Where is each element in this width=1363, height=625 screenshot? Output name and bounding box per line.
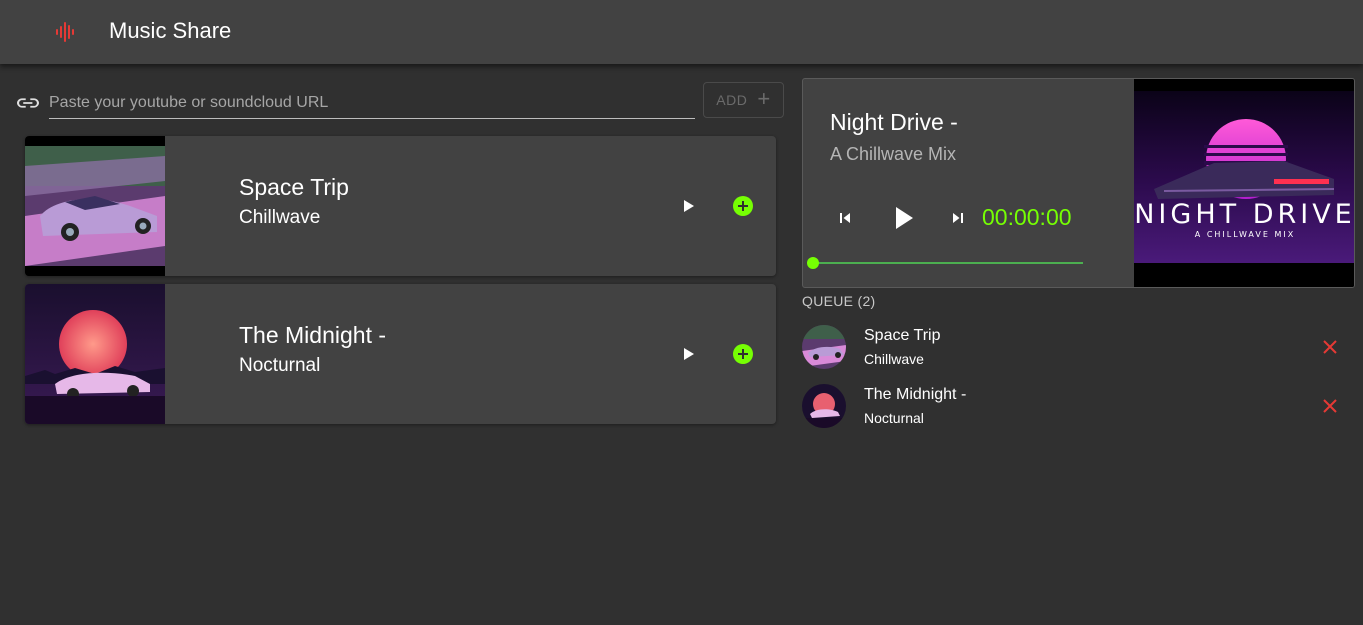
song-card: The Midnight - Nocturnal bbox=[25, 284, 776, 424]
queue-item-avatar bbox=[802, 325, 846, 369]
queue-item-title: Space Trip bbox=[864, 327, 941, 344]
skip-previous-icon[interactable] bbox=[833, 206, 857, 230]
song-title: The Midnight - bbox=[239, 322, 387, 348]
add-circle-icon[interactable] bbox=[731, 194, 755, 218]
playback-time: 00:00:00 bbox=[982, 204, 1072, 230]
close-icon[interactable] bbox=[1320, 337, 1340, 357]
progress-slider[interactable] bbox=[807, 255, 1087, 271]
add-button[interactable]: ADD + bbox=[703, 82, 784, 118]
app-bar: Music Share bbox=[0, 0, 1363, 64]
play-icon[interactable] bbox=[675, 342, 701, 366]
now-playing-artist: A Chillwave Mix bbox=[830, 144, 957, 164]
slider-thumb[interactable] bbox=[807, 257, 819, 269]
song-artist: Chillwave bbox=[239, 207, 321, 228]
plus-icon: + bbox=[757, 86, 771, 111]
url-input-row bbox=[17, 86, 695, 120]
song-title: Space Trip bbox=[239, 174, 349, 200]
add-button-label: ADD bbox=[716, 92, 748, 108]
now-playing-card: Night Drive - A Chillwave Mix 00:00:00 N… bbox=[802, 78, 1355, 288]
queue-item-avatar bbox=[802, 384, 846, 428]
queue-title: QUEUE (2) bbox=[802, 293, 876, 309]
link-icon bbox=[17, 98, 39, 108]
add-circle-icon[interactable] bbox=[731, 342, 755, 366]
song-artist: Nocturnal bbox=[239, 355, 321, 376]
song-thumbnail bbox=[25, 284, 165, 424]
skip-next-icon[interactable] bbox=[946, 206, 970, 230]
song-card: Space Trip Chillwave bbox=[25, 136, 776, 276]
close-icon[interactable] bbox=[1320, 396, 1340, 416]
app-title: Music Share bbox=[109, 18, 232, 43]
queue-item: Space Trip Chillwave bbox=[802, 322, 1347, 372]
queue-item-title: The Midnight - bbox=[864, 386, 967, 403]
queue-item-artist: Chillwave bbox=[864, 351, 924, 367]
cover-art-subtext: A CHILLWAVE MIX bbox=[1195, 230, 1295, 239]
slider-track bbox=[813, 262, 1083, 264]
queue-item: The Midnight - Nocturnal bbox=[802, 381, 1347, 431]
audio-waveform-icon bbox=[56, 22, 74, 42]
play-icon[interactable] bbox=[675, 194, 701, 218]
play-icon[interactable] bbox=[886, 201, 920, 235]
cover-art-text: NIGHT DRIVE bbox=[1134, 199, 1355, 230]
now-playing-title: Night Drive - bbox=[830, 109, 958, 135]
queue-item-artist: Nocturnal bbox=[864, 410, 924, 426]
url-input[interactable] bbox=[49, 86, 695, 119]
album-cover-art: NIGHT DRIVE A CHILLWAVE MIX bbox=[1134, 79, 1355, 287]
song-thumbnail bbox=[25, 136, 165, 276]
